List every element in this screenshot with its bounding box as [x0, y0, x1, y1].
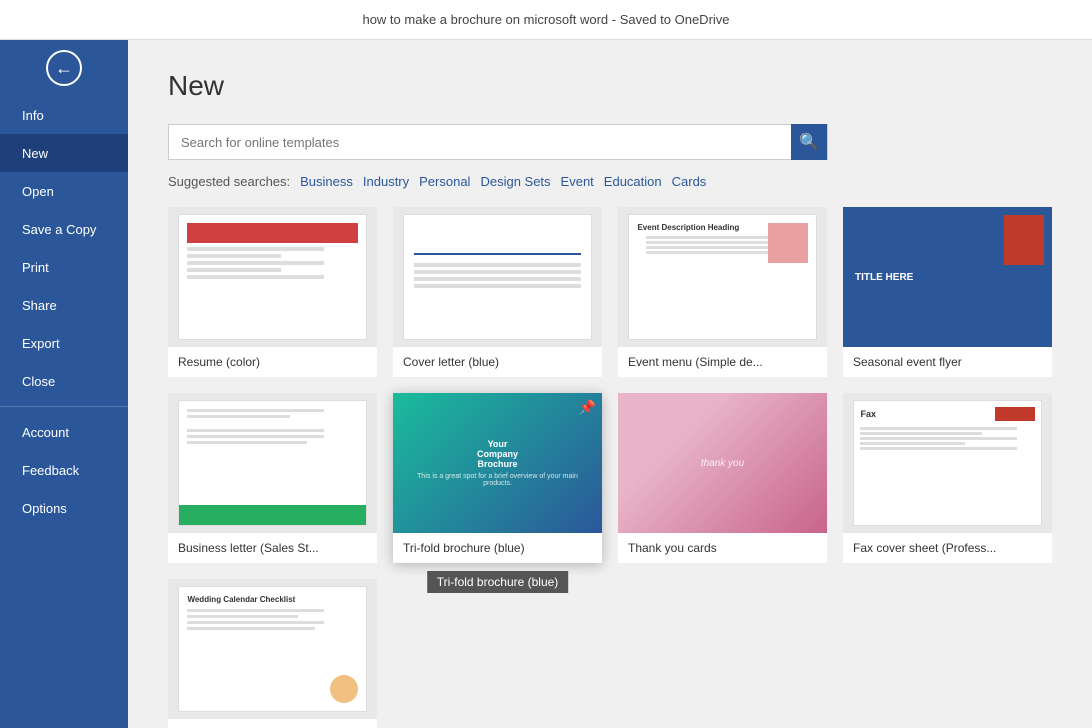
sidebar-divider: [0, 406, 128, 407]
suggested-link-personal[interactable]: Personal: [419, 174, 470, 189]
back-circle-icon: ←: [46, 50, 82, 86]
search-input[interactable]: [169, 135, 791, 150]
sidebar: ← Info New Open Save a Copy Print Share: [0, 40, 128, 728]
template-card-event-menu[interactable]: Event Description Heading Event menu (Si…: [618, 207, 827, 377]
template-thumb-resume: [168, 207, 377, 347]
sidebar-item-save-copy-label: Save a Copy: [22, 222, 96, 237]
template-label-brochure-blue: Tri-fold brochure (blue): [393, 533, 602, 563]
template-label-seasonal-flyer: Seasonal event flyer: [843, 347, 1052, 377]
pin-icon: 📌: [579, 399, 596, 416]
template-label-thankyou: Thank you cards: [618, 533, 827, 563]
template-card-cover-letter[interactable]: Cover letter (blue): [393, 207, 602, 377]
sidebar-item-info[interactable]: Info: [0, 96, 128, 134]
template-card-wedding[interactable]: Wedding Calendar Checklist Wedding Calen…: [168, 579, 377, 728]
suggested-link-cards[interactable]: Cards: [672, 174, 707, 189]
sidebar-item-options[interactable]: Options: [0, 489, 128, 527]
app-body: ← Info New Open Save a Copy Print Share: [0, 40, 1092, 728]
suggested-link-industry[interactable]: Industry: [363, 174, 409, 189]
template-thumb-wedding: Wedding Calendar Checklist: [168, 579, 377, 719]
sidebar-item-save-copy[interactable]: Save a Copy: [0, 210, 128, 248]
suggested-link-design-sets[interactable]: Design Sets: [480, 174, 550, 189]
search-bar: 🔍: [168, 124, 828, 160]
template-label-biz-letter: Business letter (Sales St...: [168, 533, 377, 563]
suggested-searches: Suggested searches: Business Industry Pe…: [168, 174, 1052, 189]
template-card-thankyou[interactable]: thank you Thank you cards: [618, 393, 827, 563]
template-label-cover-letter: Cover letter (blue): [393, 347, 602, 377]
sidebar-item-close-label: Close: [22, 374, 55, 389]
template-thumb-cover: [393, 207, 602, 347]
sidebar-item-share[interactable]: Share: [0, 286, 128, 324]
templates-grid: Resume (color) Cover letter (blue): [168, 207, 1052, 728]
template-thumb-fax: Fax: [843, 393, 1052, 533]
sidebar-item-share-label: Share: [22, 298, 57, 313]
sidebar-item-print-label: Print: [22, 260, 49, 275]
search-icon: 🔍: [799, 132, 819, 152]
template-thumb-thankyou: thank you: [618, 393, 827, 533]
template-card-resume-color[interactable]: Resume (color): [168, 207, 377, 377]
suggested-link-business[interactable]: Business: [300, 174, 353, 189]
sidebar-item-options-label: Options: [22, 501, 67, 516]
sidebar-item-account-label: Account: [22, 425, 69, 440]
template-thumb-brochure: YourCompanyBrochure This is a great spot…: [393, 393, 602, 533]
brochure-tooltip: Tri-fold brochure (blue): [427, 571, 569, 593]
template-thumb-biz-letter: [168, 393, 377, 533]
sidebar-item-new[interactable]: New: [0, 134, 128, 172]
template-label-fax: Fax cover sheet (Profess...: [843, 533, 1052, 563]
title-bar: how to make a brochure on microsoft word…: [0, 0, 1092, 40]
sidebar-item-new-label: New: [22, 146, 48, 161]
template-label-resume-color: Resume (color): [168, 347, 377, 377]
template-card-brochure-blue[interactable]: YourCompanyBrochure This is a great spot…: [393, 393, 602, 563]
sidebar-item-feedback[interactable]: Feedback: [0, 451, 128, 489]
template-thumb-event-menu: Event Description Heading: [618, 207, 827, 347]
page-title: New: [168, 70, 1052, 102]
template-card-seasonal-flyer[interactable]: TITLE HERE Seasonal event flyer: [843, 207, 1052, 377]
main-content: New 🔍 Suggested searches: Business Indus…: [128, 40, 1092, 728]
template-card-fax[interactable]: Fax Fax cover sheet (Profess...: [843, 393, 1052, 563]
sidebar-item-feedback-label: Feedback: [22, 463, 79, 478]
sidebar-item-export[interactable]: Export: [0, 324, 128, 362]
sidebar-item-account[interactable]: Account: [0, 413, 128, 451]
suggested-link-event[interactable]: Event: [561, 174, 594, 189]
template-thumb-seasonal: TITLE HERE: [843, 207, 1052, 347]
template-label-wedding: Wedding Calendar Checklist: [168, 719, 377, 728]
sidebar-item-info-label: Info: [22, 108, 44, 123]
sidebar-item-print[interactable]: Print: [0, 248, 128, 286]
sidebar-item-open[interactable]: Open: [0, 172, 128, 210]
sidebar-item-export-label: Export: [22, 336, 60, 351]
suggested-label: Suggested searches:: [168, 174, 290, 189]
template-label-event-menu: Event menu (Simple de...: [618, 347, 827, 377]
back-button[interactable]: ←: [0, 40, 128, 96]
sidebar-nav: Info New Open Save a Copy Print Share Ex…: [0, 96, 128, 728]
suggested-link-education[interactable]: Education: [604, 174, 662, 189]
search-button[interactable]: 🔍: [791, 124, 827, 160]
template-card-biz-letter[interactable]: Business letter (Sales St...: [168, 393, 377, 563]
sidebar-item-open-label: Open: [22, 184, 54, 199]
sidebar-item-close[interactable]: Close: [0, 362, 128, 400]
title-text: how to make a brochure on microsoft word…: [362, 12, 729, 27]
